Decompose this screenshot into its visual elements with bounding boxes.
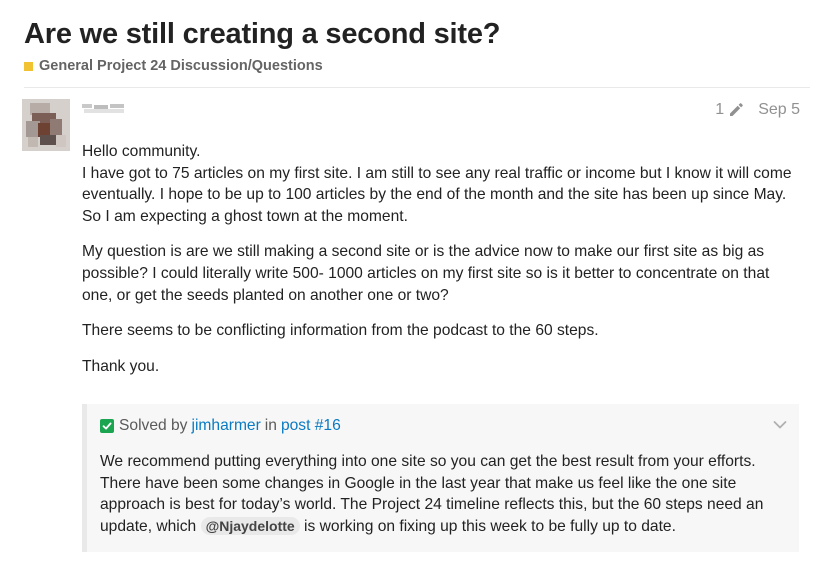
solution-line-start: update, which xyxy=(100,517,197,535)
solution-line: There have been some changes in Google i… xyxy=(100,474,737,492)
solution-header: Solved by jimharmer in post #16 xyxy=(100,415,785,437)
category-name: General Project 24 Discussion/Questions xyxy=(39,58,323,74)
post-line: Hello community. xyxy=(82,143,201,160)
solution-line-end: is working on fixing up this week to be … xyxy=(304,517,676,535)
edit-history[interactable]: 1 xyxy=(715,101,744,119)
post-meta: 1 Sep 5 xyxy=(715,101,800,119)
post-line: one, or get the seeds planted on another… xyxy=(82,286,449,304)
post-body: Hello community. I have got to 75 articl… xyxy=(82,141,802,391)
edit-count: 1 xyxy=(715,101,725,118)
post-line: So I am expecting a ghost town at the mo… xyxy=(82,207,408,225)
post-date[interactable]: Sep 5 xyxy=(758,101,800,119)
post-line: Thank you. xyxy=(82,357,160,375)
category-badge[interactable]: General Project 24 Discussion/Questions xyxy=(24,58,323,74)
post-paragraph: My question is are we still making a sec… xyxy=(82,241,802,306)
accepted-solution-box: Solved by jimharmer in post #16 We recom… xyxy=(82,404,799,552)
post-paragraph: Thank you. xyxy=(82,356,802,378)
chevron-down-icon[interactable] xyxy=(773,417,787,435)
pencil-icon xyxy=(730,103,744,116)
solved-by-label: Solved by xyxy=(119,417,188,434)
in-label: in xyxy=(264,417,277,434)
title-divider xyxy=(24,87,810,88)
post-line: My question is are we still making a sec… xyxy=(82,243,765,261)
topic-title[interactable]: Are we still creating a second site? xyxy=(24,18,501,51)
solution-line: approach is best for today’s world. The … xyxy=(100,496,764,514)
solution-line: We recommend putting everything into one… xyxy=(100,453,756,470)
post-line: I have got to 75 articles on my first si… xyxy=(82,164,792,182)
category-color-swatch xyxy=(24,61,33,71)
post-paragraph: There seems to be conflicting informatio… xyxy=(82,320,802,342)
post-paragraph: Hello community. I have got to 75 articl… xyxy=(82,141,802,227)
post-line: There seems to be conflicting informatio… xyxy=(82,322,599,340)
user-mention[interactable]: @Njaydelotte xyxy=(200,516,300,535)
username-blurred[interactable] xyxy=(82,102,126,115)
solution-post-link[interactable]: post #16 xyxy=(281,417,341,435)
solution-text: We recommend putting everything into one… xyxy=(100,451,785,537)
avatar[interactable] xyxy=(22,99,70,151)
solution-author-link[interactable]: jimharmer xyxy=(191,417,260,435)
post-line: possible? I could literally write 500- 1… xyxy=(82,264,770,282)
checkbox-checked-icon xyxy=(100,419,114,433)
post-line: eventually. I hope to be up to 100 artic… xyxy=(82,186,787,204)
